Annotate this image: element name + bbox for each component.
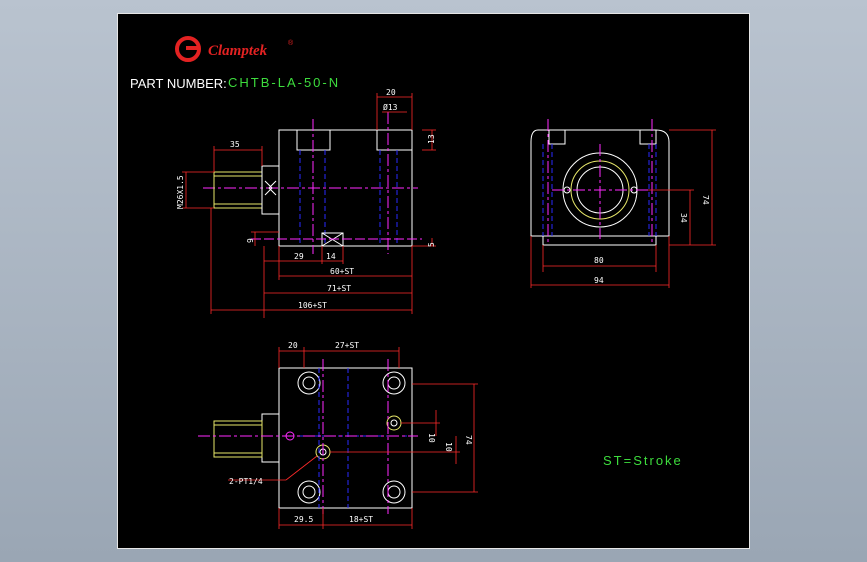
svg-text:14: 14	[326, 252, 336, 261]
logo-bar	[186, 46, 200, 50]
brand-logo: Clamptek ®	[175, 36, 294, 62]
side-pocket-right	[376, 130, 412, 151]
svg-text:10: 10	[444, 442, 453, 452]
svg-text:27+ST: 27+ST	[335, 341, 359, 350]
side-view	[203, 112, 422, 254]
svg-text:9: 9	[246, 238, 255, 243]
brand-reg-mark: ®	[288, 39, 294, 47]
svg-text:20: 20	[288, 341, 298, 350]
svg-text:20: 20	[386, 88, 396, 97]
svg-text:5: 5	[427, 242, 436, 247]
svg-text:74: 74	[701, 195, 710, 205]
svg-text:18+ST: 18+ST	[349, 515, 373, 524]
svg-text:80: 80	[594, 256, 604, 265]
end-view	[530, 119, 670, 246]
svg-text:29.5: 29.5	[294, 515, 313, 524]
brand-name: Clamptek	[208, 43, 268, 59]
svg-text:2-PT1/4: 2-PT1/4	[229, 477, 263, 486]
svg-text:M26X1.5: M26X1.5	[176, 175, 185, 209]
svg-text:35: 35	[230, 140, 240, 149]
plan-dimensions	[228, 347, 478, 529]
stroke-legend: ST=Stroke	[603, 453, 683, 468]
svg-text:34: 34	[679, 213, 688, 223]
svg-text:74: 74	[464, 435, 473, 445]
plan-thread-rod	[213, 420, 263, 458]
plan-hex-nut	[261, 413, 280, 463]
part-number-label: PART NUMBER:	[130, 76, 227, 91]
svg-text:13: 13	[427, 134, 436, 144]
svg-text:Ø13: Ø13	[383, 102, 398, 112]
svg-text:94: 94	[594, 276, 604, 285]
plan-view	[198, 359, 418, 514]
svg-text:71+ST: 71+ST	[327, 284, 351, 293]
svg-text:60+ST: 60+ST	[330, 267, 354, 276]
end-dimensions	[530, 129, 716, 288]
cad-viewport[interactable]: Clamptek ® PART NUMBER: CHTB-LA-50-N ST=…	[117, 13, 750, 549]
svg-text:29: 29	[294, 252, 304, 261]
side-dimensions	[182, 93, 436, 318]
svg-text:106+ST: 106+ST	[298, 301, 327, 310]
part-number-value: CHTB-LA-50-N	[228, 75, 340, 90]
svg-text:10: 10	[427, 433, 436, 443]
side-thread-rod	[213, 171, 263, 209]
technical-drawing: Clamptek ® PART NUMBER: CHTB-LA-50-N ST=…	[130, 36, 716, 529]
